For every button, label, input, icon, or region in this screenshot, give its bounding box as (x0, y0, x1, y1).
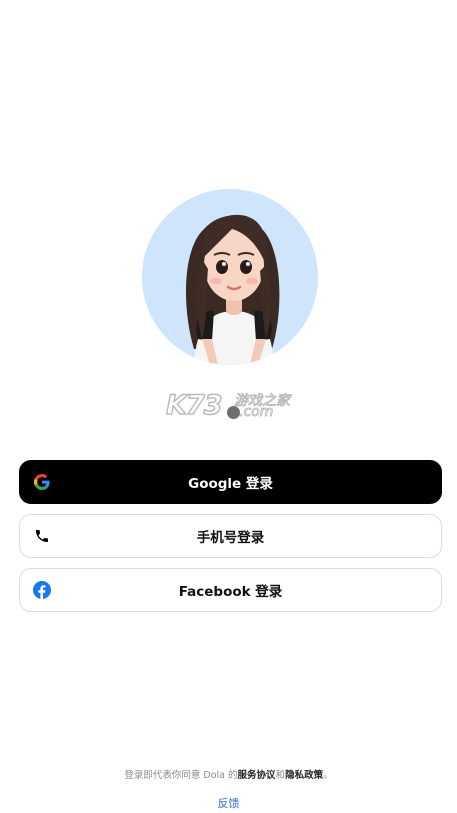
watermark-main: K73 (165, 389, 223, 421)
google-icon (33, 473, 51, 491)
feedback-link[interactable]: 反馈 (0, 795, 457, 811)
privacy-policy-link[interactable]: 隐私政策 (285, 770, 323, 781)
watermark-com: .com (239, 404, 274, 421)
google-login-label: Google 登录 (188, 476, 273, 492)
facebook-icon (33, 581, 51, 599)
phone-icon (33, 527, 51, 545)
facebook-login-label: Facebook 登录 (178, 584, 283, 600)
phone-login-label: 手机号登录 (196, 530, 265, 546)
facebook-login-button[interactable]: Facebook 登录 (19, 568, 442, 612)
watermark: K73 游戏之家 .com (165, 388, 296, 424)
cartoon-girl-avatar-icon (142, 189, 318, 365)
terms-of-service-link[interactable]: 服务协议 (238, 770, 276, 781)
terms-text: 登录即代表你同意 Dola 的服务协议和隐私政策。 (0, 767, 457, 781)
avatar (142, 189, 318, 365)
phone-login-button[interactable]: 手机号登录 (19, 514, 442, 558)
terms-suffix: 。 (323, 770, 333, 781)
terms-and: 和 (275, 770, 286, 781)
google-login-button[interactable]: Google 登录 (19, 460, 442, 504)
terms-prefix: 登录即代表你同意 Dola 的 (124, 770, 238, 781)
